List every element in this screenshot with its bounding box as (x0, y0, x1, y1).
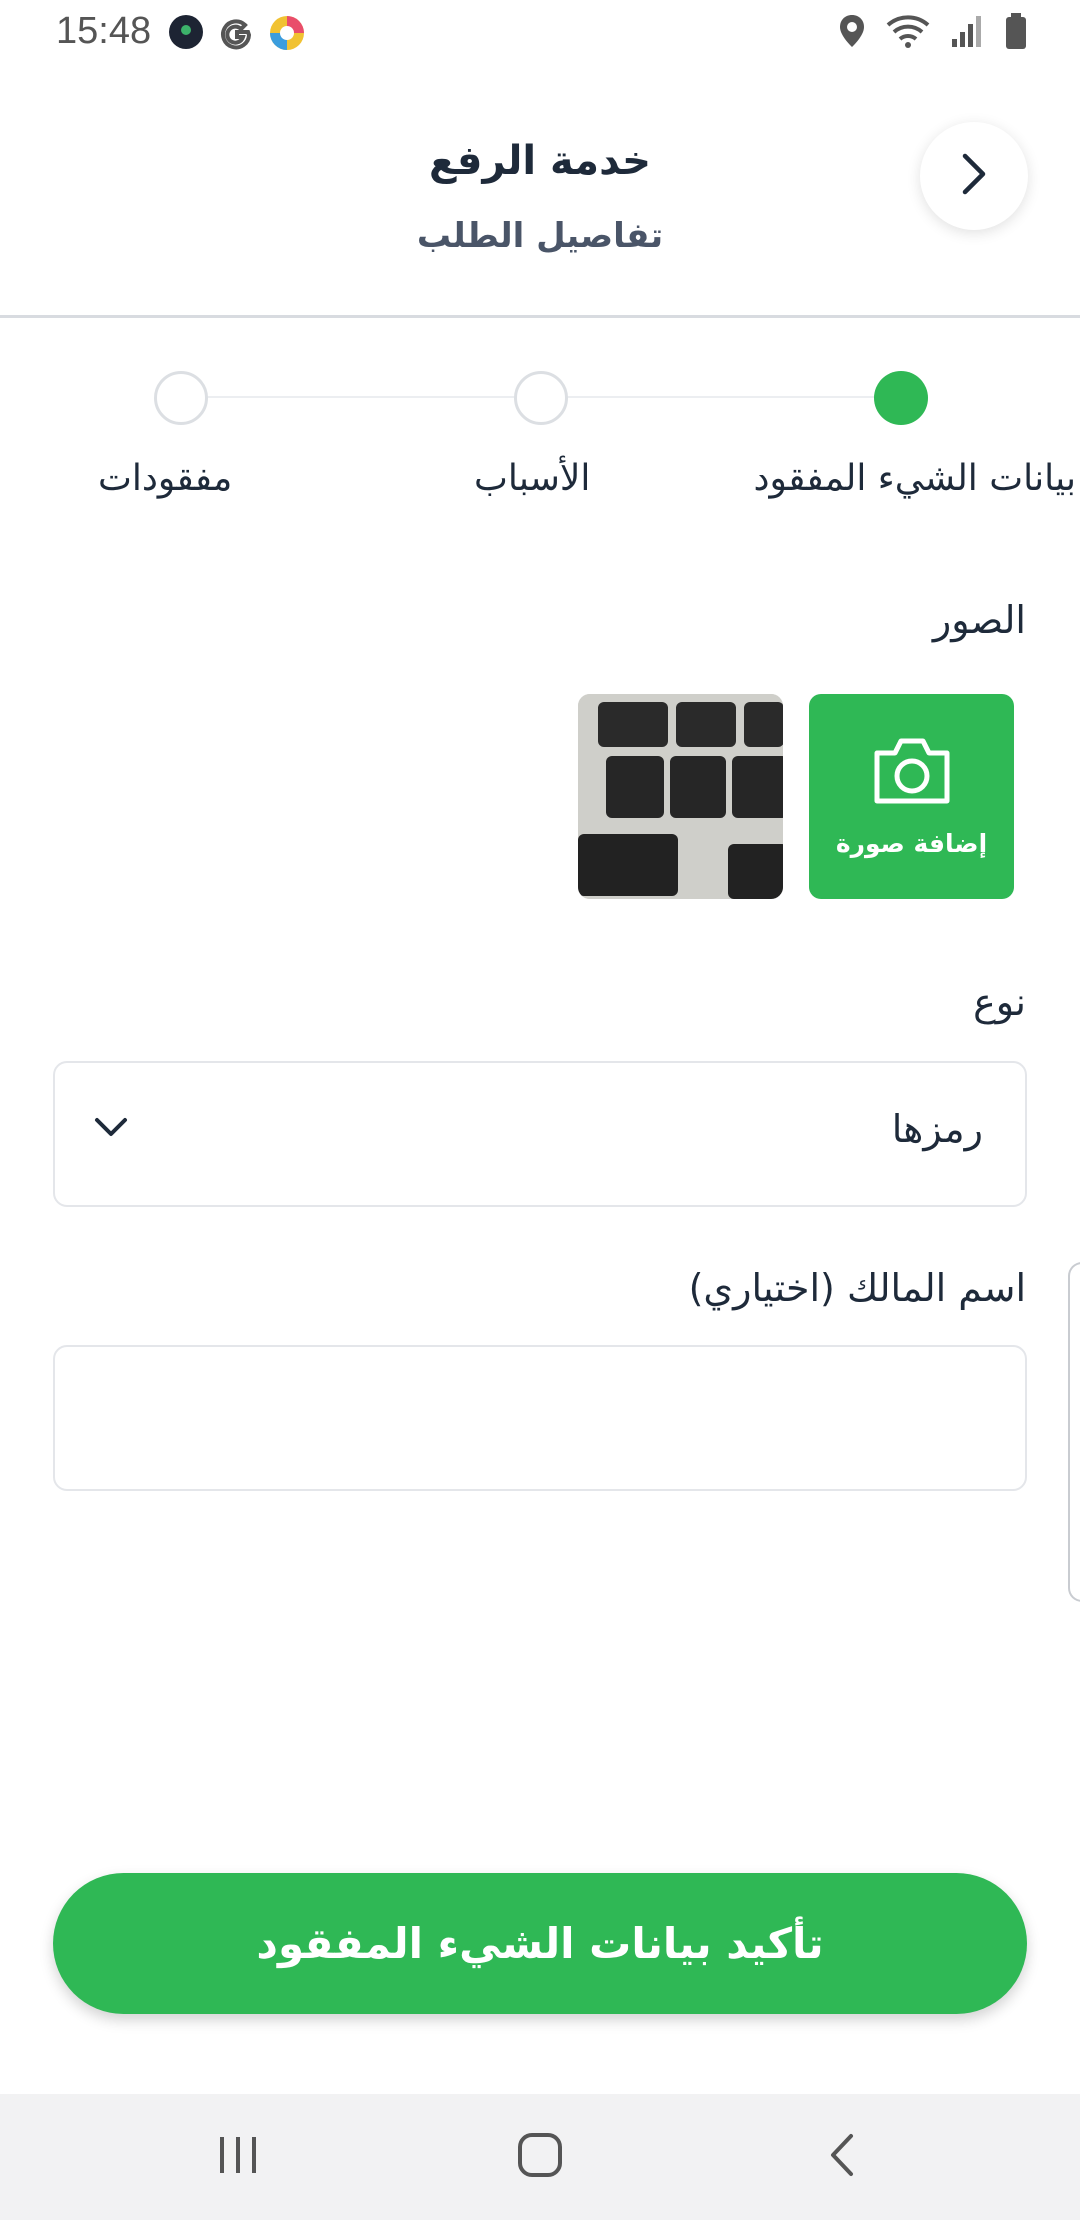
page-title: خدمة الرفع (428, 138, 651, 184)
add-photo-button[interactable]: إضافة صورة (809, 694, 1014, 899)
home-icon (517, 2132, 563, 2182)
step-dot-3 (154, 371, 208, 425)
status-right-icons (838, 12, 1028, 54)
recent-apps-button[interactable] (198, 2124, 278, 2190)
google-icon (218, 14, 254, 54)
status-time: 15:48 (56, 10, 152, 52)
step-label-1[interactable]: بيانات الشيء المفقود (754, 458, 1076, 499)
step-label-2[interactable]: الأسباب (474, 458, 590, 499)
battery-icon (1004, 12, 1028, 54)
confirm-button-label: تأكيد بيانات الشيء المفقود (256, 1919, 824, 1968)
recent-apps-icon (216, 2135, 260, 2179)
confirm-button[interactable]: تأكيد بيانات الشيء المفقود (53, 1873, 1027, 2014)
step-label-3[interactable]: مفقودات (98, 458, 232, 499)
type-select-value: رمزها (891, 1107, 983, 1151)
owner-name-label: اسم المالك (اختياري) (688, 1266, 1026, 1310)
signal-icon (950, 13, 984, 53)
owner-name-input[interactable] (53, 1345, 1027, 1491)
add-photo-label: إضافة صورة (835, 829, 988, 858)
app-notification-icon (168, 14, 204, 54)
scroll-indicator (1068, 1262, 1080, 1602)
type-label: نوع (973, 980, 1026, 1024)
back-icon (827, 2132, 857, 2182)
system-nav-bar (0, 2094, 1080, 2220)
step-dot-2 (514, 371, 568, 425)
camera-icon (871, 735, 953, 811)
photo-thumbnail[interactable] (578, 694, 783, 899)
chrome-like-icon (268, 14, 306, 56)
page-subtitle: تفاصيل الطلب (416, 216, 664, 256)
nav-back-button[interactable] (802, 2124, 882, 2190)
wifi-icon (886, 13, 930, 53)
location-icon (838, 13, 866, 53)
home-button[interactable] (500, 2124, 580, 2190)
photos-label: الصور (932, 598, 1026, 642)
status-bar: 15:48 (0, 0, 1080, 66)
step-dot-1 (874, 371, 928, 425)
chevron-down-icon (93, 1115, 129, 1143)
header: خدمة الرفع تفاصيل الطلب (0, 66, 1080, 318)
type-select[interactable]: رمزها (53, 1061, 1027, 1207)
